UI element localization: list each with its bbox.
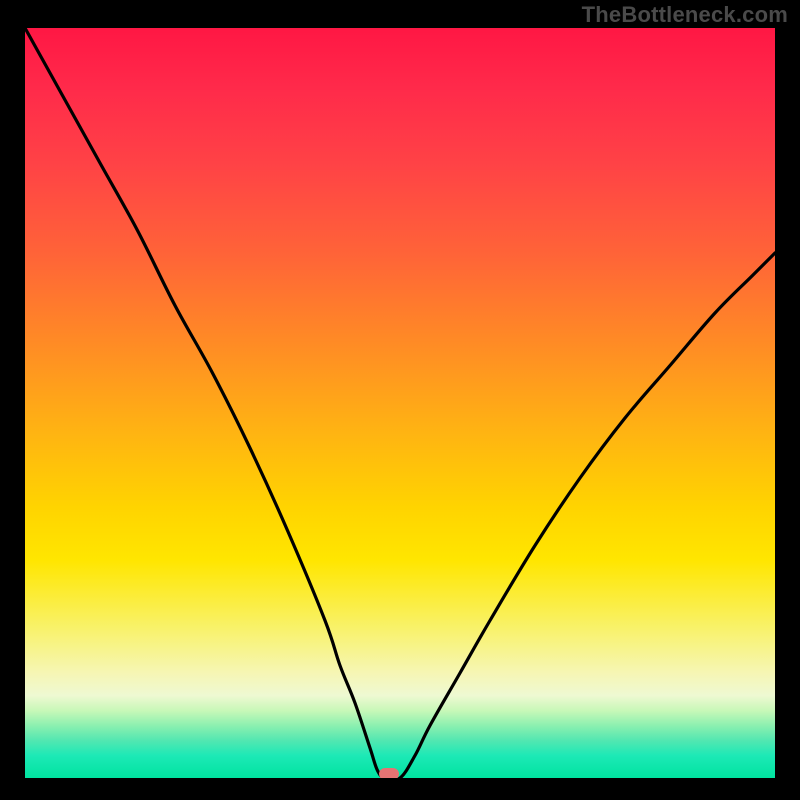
- bottleneck-curve: [25, 28, 775, 778]
- plot-area: [25, 28, 775, 778]
- attribution-text: TheBottleneck.com: [582, 2, 788, 28]
- chart-frame: TheBottleneck.com: [0, 0, 800, 800]
- optimum-marker: [379, 768, 399, 778]
